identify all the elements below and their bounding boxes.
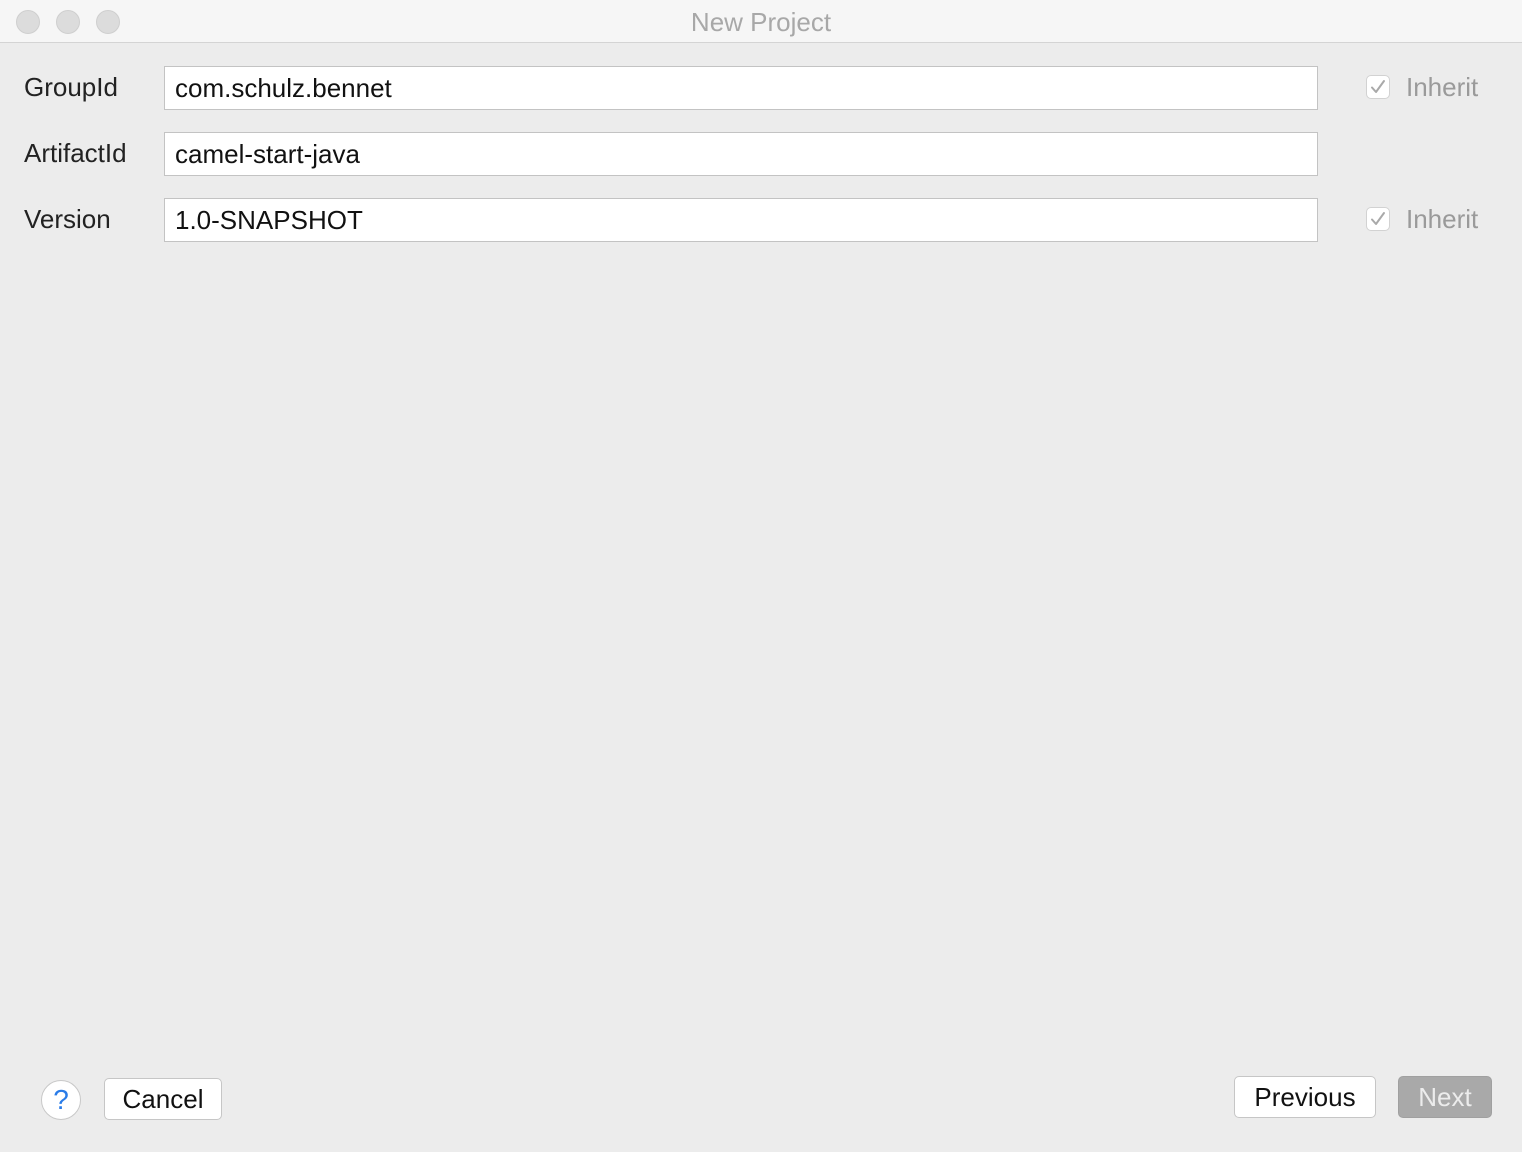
previous-button[interactable]: Previous xyxy=(1234,1076,1376,1118)
version-label: Version xyxy=(24,204,111,234)
artifactid-row: ArtifactId xyxy=(0,132,1522,176)
groupid-row: GroupId Inherit xyxy=(0,66,1522,110)
checkbox-box[interactable] xyxy=(1366,75,1390,99)
window-title: New Project xyxy=(690,7,832,37)
title-bar: New Project xyxy=(0,0,1522,43)
groupid-label: GroupId xyxy=(24,72,118,102)
inherit-label: Inherit xyxy=(1406,204,1479,234)
groupid-input[interactable] xyxy=(164,66,1318,110)
version-row: Version Inherit xyxy=(0,198,1522,242)
next-button[interactable]: Next xyxy=(1398,1076,1492,1118)
inherit-label: Inherit xyxy=(1406,72,1479,102)
artifactid-input[interactable] xyxy=(164,132,1318,176)
artifactid-label: ArtifactId xyxy=(24,138,127,168)
help-button[interactable]: ? xyxy=(41,1080,81,1120)
cancel-button[interactable]: Cancel xyxy=(104,1078,222,1120)
checkmark-icon xyxy=(1371,80,1385,93)
version-input[interactable] xyxy=(164,198,1318,242)
new-project-window: New Project GroupId Inherit ArtifactId V… xyxy=(0,0,1522,1152)
question-mark-icon: ? xyxy=(53,1084,69,1115)
checkbox-box[interactable] xyxy=(1366,207,1390,231)
checkmark-icon xyxy=(1371,212,1385,225)
